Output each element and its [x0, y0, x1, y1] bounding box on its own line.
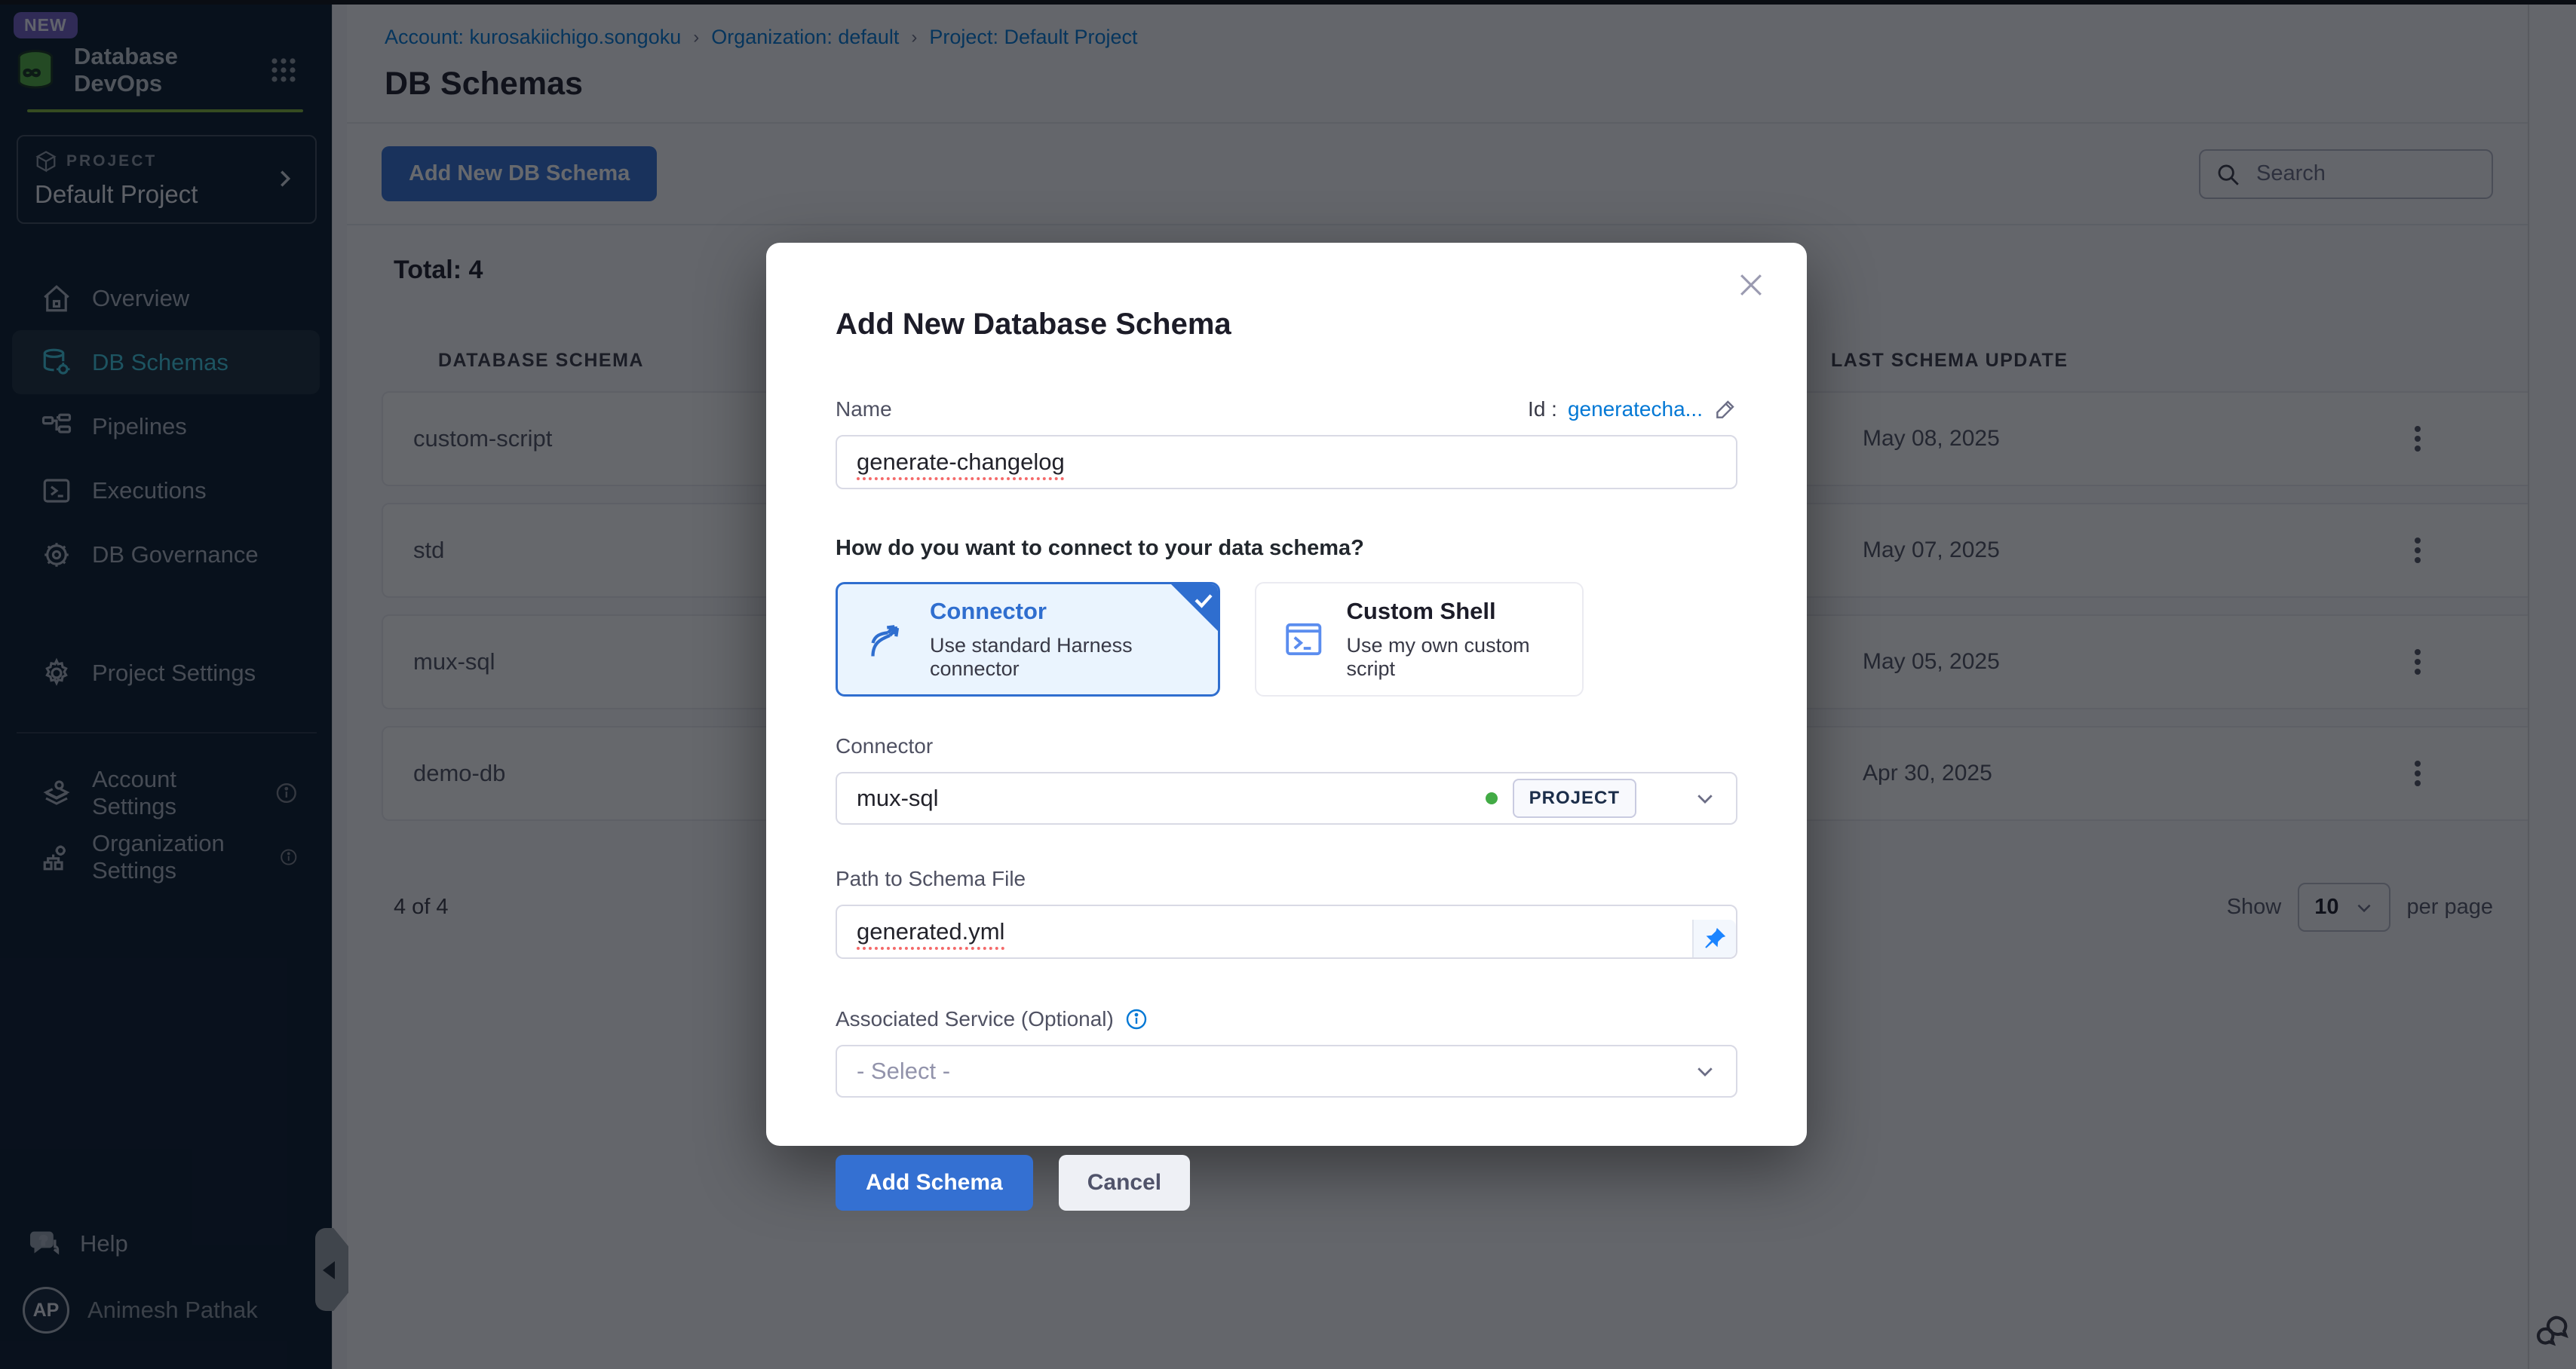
- cancel-button[interactable]: Cancel: [1059, 1155, 1190, 1211]
- path-label: Path to Schema File: [836, 867, 1026, 891]
- option-subtitle: Use my own custom script: [1347, 634, 1582, 681]
- edit-pencil-icon[interactable]: [1713, 397, 1737, 421]
- info-icon[interactable]: [1124, 1007, 1148, 1031]
- service-select[interactable]: - Select -: [836, 1045, 1737, 1098]
- pin-button[interactable]: [1692, 920, 1736, 957]
- service-label: Associated Service (Optional): [836, 1007, 1114, 1031]
- name-input[interactable]: generate-changelog: [836, 435, 1737, 489]
- connection-options: Connector Use standard Harness connector…: [836, 582, 1737, 697]
- terminal-icon: [1282, 617, 1326, 661]
- connector-value: mux-sql: [857, 785, 939, 812]
- name-input-value: generate-changelog: [857, 449, 1065, 476]
- connect-question: How do you want to connect to your data …: [836, 536, 1737, 561]
- close-icon[interactable]: [1734, 268, 1768, 304]
- id-group: Id : generatecha...: [1528, 397, 1737, 421]
- option-card-custom-shell[interactable]: Custom Shell Use my own custom script: [1255, 582, 1584, 697]
- path-field: generated.yml: [836, 905, 1737, 959]
- modal-title: Add New Database Schema: [836, 308, 1737, 341]
- selected-check-icon: [1171, 584, 1218, 631]
- option-card-connector[interactable]: Connector Use standard Harness connector: [836, 582, 1220, 697]
- add-schema-modal: Add New Database Schema Name Id : genera…: [766, 243, 1807, 1146]
- id-prefix: Id :: [1528, 397, 1557, 421]
- option-subtitle: Use standard Harness connector: [930, 634, 1218, 681]
- option-title: Custom Shell: [1347, 598, 1582, 625]
- name-label: Name: [836, 397, 892, 421]
- id-value-link[interactable]: generatecha...: [1568, 397, 1703, 421]
- connector-label: Connector: [836, 734, 933, 758]
- connector-select[interactable]: mux-sql PROJECT: [836, 772, 1737, 825]
- service-placeholder: - Select -: [857, 1058, 950, 1085]
- chevron-down-icon: [1694, 1060, 1716, 1083]
- scope-badge: PROJECT: [1513, 779, 1636, 818]
- path-input[interactable]: generated.yml: [836, 905, 1737, 959]
- status-dot: [1486, 792, 1498, 804]
- pin-icon: [1702, 926, 1728, 951]
- add-schema-button[interactable]: Add Schema: [836, 1155, 1033, 1211]
- chevron-down-icon: [1694, 787, 1716, 810]
- path-input-value: generated.yml: [857, 918, 1004, 945]
- connector-icon: [863, 616, 909, 663]
